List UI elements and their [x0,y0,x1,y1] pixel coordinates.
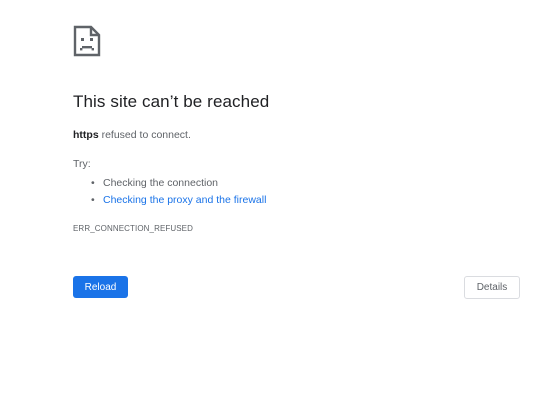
check-proxy-firewall-link[interactable]: Checking the proxy and the firewall [103,194,266,206]
error-code: ERR_CONNECTION_REFUSED [73,224,193,233]
details-button[interactable]: Details [464,276,520,299]
try-label: Try: [73,158,91,170]
suggestions-list: • Checking the connection • Checking the… [73,175,266,209]
page-title: This site can’t be reached [73,92,270,111]
bullet-icon: • [91,194,95,206]
error-subtitle: https refused to connect. [73,129,191,141]
suggestion-text: Checking the connection [103,177,218,189]
suggestion-check-proxy-firewall: • Checking the proxy and the firewall [73,192,266,209]
bullet-icon: • [91,177,95,189]
sad-page-icon [73,25,101,57]
error-message: refused to connect. [98,129,191,141]
host-name: https [73,129,99,141]
reload-button[interactable]: Reload [73,276,128,298]
suggestion-check-connection: • Checking the connection [73,175,266,192]
